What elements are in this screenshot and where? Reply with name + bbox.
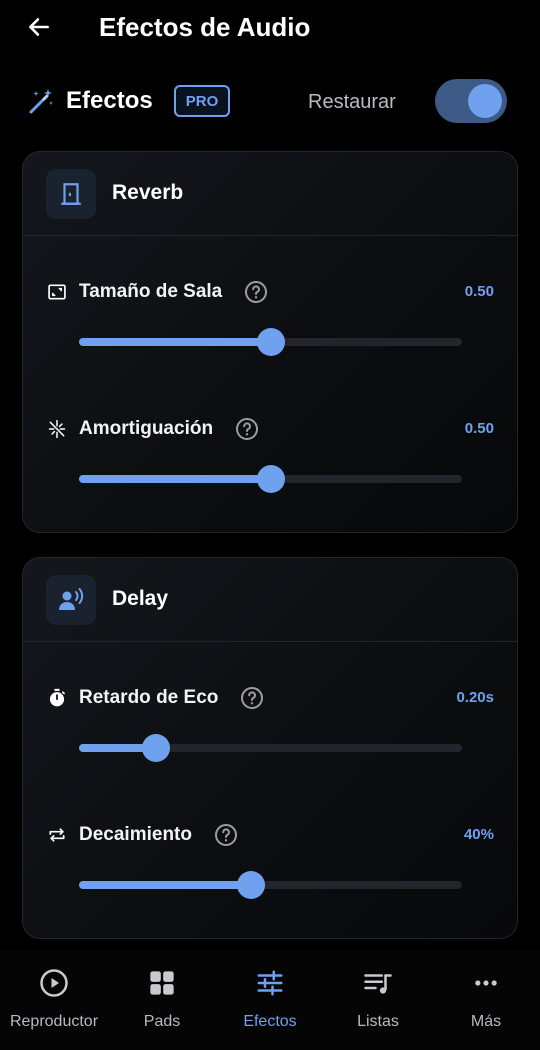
help-icon[interactable] bbox=[214, 823, 238, 847]
app-root: Efectos de Audio Efectos PRO Restaurar R… bbox=[0, 0, 540, 1050]
nav-label: Listas bbox=[357, 1013, 399, 1030]
decay-label: Decaimiento bbox=[79, 824, 192, 845]
pro-badge: PRO bbox=[174, 85, 230, 117]
room-size-slider[interactable] bbox=[79, 328, 462, 356]
bottom-nav: Reproductor Pads Efectos Listas Más bbox=[0, 950, 540, 1050]
echo-delay-label: Retardo de Eco bbox=[79, 687, 219, 708]
help-icon[interactable] bbox=[244, 280, 268, 304]
decay-value: 40% bbox=[463, 826, 494, 843]
effects-toggle[interactable] bbox=[435, 79, 507, 123]
voice-icon-box bbox=[46, 575, 96, 625]
voice-icon bbox=[59, 588, 84, 610]
damping-value: 0.50 bbox=[464, 420, 494, 437]
room-size-icon bbox=[46, 281, 68, 303]
room-size-param: Tamaño de Sala 0.50 bbox=[23, 281, 517, 399]
stopwatch-icon bbox=[46, 687, 68, 709]
echo-delay-slider[interactable] bbox=[79, 734, 462, 762]
nav-label: Más bbox=[470, 1013, 502, 1030]
nav-label: Pads bbox=[143, 1013, 181, 1030]
sliders-icon bbox=[254, 967, 286, 999]
toggle-knob bbox=[468, 84, 502, 118]
restore-button[interactable]: Restaurar bbox=[308, 89, 396, 115]
slider-thumb[interactable] bbox=[237, 871, 266, 899]
help-icon[interactable] bbox=[240, 686, 264, 710]
slider-thumb[interactable] bbox=[256, 328, 285, 356]
decay-param: Decaimiento 40% bbox=[23, 823, 517, 938]
slider-thumb[interactable] bbox=[141, 734, 170, 762]
nav-item-efectos[interactable]: Efectos bbox=[216, 950, 324, 1050]
room-size-label: Tamaño de Sala bbox=[79, 281, 223, 302]
delay-title: Delay bbox=[112, 587, 169, 610]
effects-bar: Efectos PRO Restaurar bbox=[0, 78, 540, 124]
echo-delay-param: Retardo de Eco 0.20s bbox=[23, 687, 517, 805]
help-icon[interactable] bbox=[235, 417, 259, 441]
reverb-card: Reverb Tamaño de Sala 0.50 Amortiguación… bbox=[22, 151, 518, 533]
playlist-icon bbox=[362, 967, 394, 999]
nav-item-reproductor[interactable]: Reproductor bbox=[0, 950, 108, 1050]
repeat-icon bbox=[46, 824, 68, 846]
nav-label: Reproductor bbox=[9, 1013, 99, 1030]
nav-item-listas[interactable]: Listas bbox=[324, 950, 432, 1050]
magic-wand-icon bbox=[29, 89, 53, 114]
slider-thumb[interactable] bbox=[256, 465, 285, 493]
slider-fill bbox=[79, 881, 252, 889]
more-icon bbox=[470, 967, 502, 999]
play-circle-icon bbox=[38, 967, 70, 999]
delay-card: Delay Retardo de Eco 0.20s Decaimiento 4… bbox=[22, 557, 518, 939]
grid-icon bbox=[146, 967, 178, 999]
room-size-value: 0.50 bbox=[464, 283, 494, 300]
echo-delay-value: 0.20s bbox=[456, 689, 494, 706]
reverb-card-header: Reverb bbox=[23, 152, 517, 236]
nav-item-mas[interactable]: Más bbox=[432, 950, 540, 1050]
slider-fill bbox=[79, 475, 271, 483]
arrow-left-icon bbox=[29, 18, 49, 36]
top-bar: Efectos de Audio bbox=[0, 0, 540, 56]
damping-icon bbox=[46, 418, 68, 440]
damping-param: Amortiguación 0.50 bbox=[23, 417, 517, 532]
damping-slider[interactable] bbox=[79, 465, 462, 493]
effects-title: Efectos bbox=[66, 87, 153, 114]
nav-label: Efectos bbox=[243, 1013, 297, 1030]
door-icon-box bbox=[46, 169, 96, 219]
slider-fill bbox=[79, 338, 271, 346]
page-title: Efectos de Audio bbox=[99, 12, 311, 42]
nav-item-pads[interactable]: Pads bbox=[108, 950, 216, 1050]
decay-slider[interactable] bbox=[79, 871, 462, 899]
back-button[interactable] bbox=[22, 10, 56, 44]
damping-label: Amortiguación bbox=[79, 418, 214, 439]
delay-card-header: Delay bbox=[23, 558, 517, 642]
door-icon bbox=[61, 183, 81, 205]
reverb-title: Reverb bbox=[112, 181, 184, 204]
